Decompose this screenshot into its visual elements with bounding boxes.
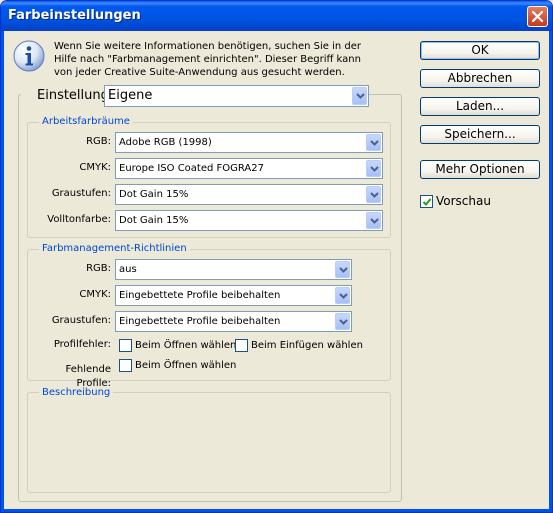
- policy-cmyk-value: Eingebettete Profile beibehalten: [119, 290, 281, 301]
- title-bar[interactable]: Farbeinstellungen: [1, 1, 552, 31]
- policy-cmyk-select[interactable]: Eingebettete Profile beibehalten: [115, 285, 352, 306]
- mismatch-ask-open-checkbox[interactable]: Beim Öffnen wählen: [119, 338, 236, 352]
- checkmark-icon: [422, 197, 432, 206]
- mismatch-ask-paste-checkbox[interactable]: Beim Einfügen wählen: [235, 338, 363, 352]
- window-border-right: [549, 31, 552, 512]
- chevron-down-icon: [339, 319, 348, 325]
- window-border-left: [1, 31, 4, 512]
- info-icon: [13, 40, 45, 72]
- missing-ask-open-label: Beim Öffnen wählen: [135, 359, 237, 371]
- chevron-down-icon: [370, 192, 379, 198]
- policy-gray-select[interactable]: Eingebettete Profile beibehalten: [115, 311, 352, 332]
- ws-gray-value: Dot Gain 15%: [119, 189, 189, 200]
- color-settings-dialog: Farbeinstellungen Wenn Sie weitere Infor…: [0, 0, 553, 513]
- policy-rgb-dropdown-button[interactable]: [335, 261, 350, 278]
- preview-checkbox[interactable]: Vorschau: [420, 193, 491, 209]
- chevron-down-icon: [356, 93, 365, 99]
- ws-gray-label: Graustufen:: [51, 188, 111, 199]
- cancel-button[interactable]: Abbrechen: [420, 69, 540, 88]
- ws-spot-dropdown-button[interactable]: [366, 212, 381, 229]
- working-spaces-title: Arbeitsfarbräume: [39, 115, 133, 128]
- ws-cmyk-value: Europe ISO Coated FOGRA27: [119, 163, 264, 174]
- mismatch-ask-paste-label: Beim Einfügen wählen: [251, 339, 363, 351]
- missing-ask-open-checkbox[interactable]: Beim Öffnen wählen: [119, 358, 236, 372]
- load-button[interactable]: Laden...: [420, 97, 540, 116]
- description-title: Beschreibung: [39, 386, 114, 399]
- policy-rgb-label: RGB:: [86, 263, 111, 274]
- close-button[interactable]: [527, 6, 548, 27]
- policy-gray-value: Eingebettete Profile beibehalten: [119, 316, 281, 327]
- save-button[interactable]: Speichern...: [420, 125, 540, 144]
- policy-gray-label: Graustufen:: [51, 315, 111, 326]
- ws-gray-dropdown-button[interactable]: [366, 186, 381, 203]
- window-title: Farbeinstellungen: [8, 8, 141, 23]
- ws-rgb-dropdown-button[interactable]: [366, 134, 381, 151]
- ws-cmyk-select[interactable]: Europe ISO Coated FOGRA27: [115, 158, 383, 179]
- close-icon: [532, 11, 543, 22]
- missing-ask-open-box[interactable]: [119, 358, 132, 372]
- ws-spot-select[interactable]: Dot Gain 15%: [115, 210, 383, 231]
- ws-gray-select[interactable]: Dot Gain 15%: [115, 184, 383, 205]
- policy-rgb-select[interactable]: aus: [115, 259, 352, 280]
- policy-gray-dropdown-button[interactable]: [335, 313, 350, 330]
- ws-rgb-value: Adobe RGB (1998): [119, 137, 212, 148]
- profile-mismatch-label: Profilfehler:: [53, 339, 111, 350]
- more-options-button[interactable]: Mehr Optionen: [420, 160, 540, 179]
- chevron-down-icon: [370, 166, 379, 172]
- preview-label: Vorschau: [436, 194, 491, 208]
- ws-cmyk-dropdown-button[interactable]: [366, 160, 381, 177]
- policies-title: Farbmanagement-Richtlinien: [39, 242, 190, 255]
- policy-cmyk-label: CMYK:: [79, 289, 111, 300]
- chevron-down-icon: [339, 293, 348, 299]
- ws-spot-label: Volltonfarbe:: [47, 214, 111, 225]
- ws-cmyk-label: CMYK:: [79, 162, 111, 173]
- info-text: Wenn Sie weitere Informationen benötigen…: [54, 41, 361, 78]
- window-border-bottom: [1, 509, 552, 512]
- ws-rgb-label: RGB:: [86, 136, 111, 147]
- preview-check-box[interactable]: [420, 194, 433, 208]
- setting-dropdown-button[interactable]: [352, 87, 367, 105]
- ws-spot-value: Dot Gain 15%: [119, 215, 189, 226]
- chevron-down-icon: [370, 140, 379, 146]
- description-box: [27, 392, 391, 493]
- ok-button[interactable]: OK: [420, 41, 540, 60]
- chevron-down-icon: [339, 267, 348, 273]
- policy-cmyk-dropdown-button[interactable]: [335, 287, 350, 304]
- mismatch-ask-open-label: Beim Öffnen wählen: [135, 339, 237, 351]
- missing-profiles-label: Fehlende Profile:: [65, 364, 111, 389]
- policy-rgb-value: aus: [119, 264, 137, 275]
- setting-label: Einstellung:: [21, 87, 116, 105]
- ws-rgb-select[interactable]: Adobe RGB (1998): [115, 132, 383, 153]
- chevron-down-icon: [370, 218, 379, 224]
- mismatch-ask-open-box[interactable]: [119, 338, 132, 352]
- setting-select[interactable]: Eigene: [104, 85, 369, 107]
- setting-select-value: Eigene: [108, 88, 153, 103]
- mismatch-ask-paste-box[interactable]: [235, 338, 248, 352]
